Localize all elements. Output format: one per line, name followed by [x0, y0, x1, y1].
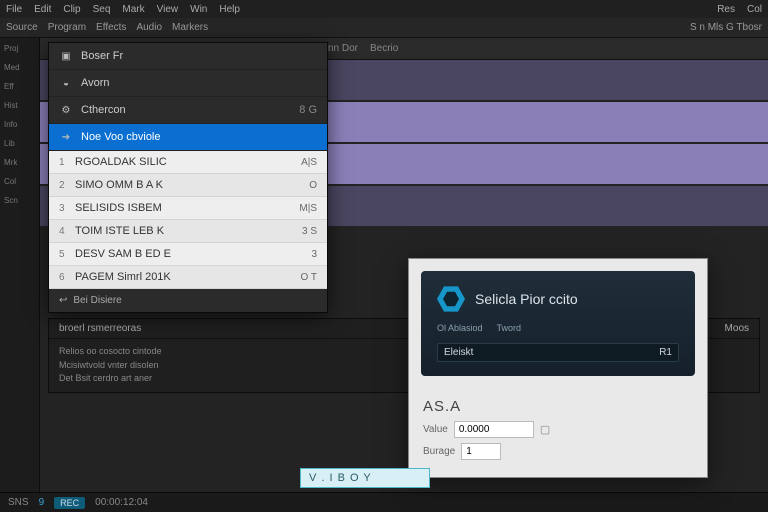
- dropdown-label: Avorn: [81, 77, 110, 89]
- plugin-dialog: Selicla Pior ccito Ol Ablasiod Tword Ele…: [408, 258, 708, 478]
- dropdown-shortcut: 8 G: [299, 104, 317, 116]
- tool-program[interactable]: Program: [48, 22, 86, 33]
- dropdown-footer[interactable]: ↩ Bei Disiere: [49, 289, 327, 312]
- row-code: O: [309, 180, 317, 191]
- dropdown-preset-list: 1RGOALDAK SILICA|S 2SIMO OMM B A KO 3SEL…: [49, 151, 327, 289]
- menu-mark[interactable]: Mark: [122, 4, 144, 15]
- row-code: O T: [301, 272, 317, 283]
- status-number: 9: [39, 497, 45, 508]
- dropdown-label: Boser Fr: [81, 50, 123, 62]
- dialog-readout: AS.A: [423, 398, 693, 415]
- menu-win[interactable]: Win: [190, 4, 207, 15]
- workspace-toolbar: Source Program Effects Audio Markers S n…: [0, 18, 768, 38]
- rail-library[interactable]: Lib: [4, 139, 15, 148]
- row-code: 3: [311, 249, 317, 260]
- row-code: M|S: [299, 203, 317, 214]
- list-item[interactable]: 6PAGEM Simrl 201KO T: [49, 266, 327, 289]
- left-rail: Proj Med Eff Hist Info Lib Mrk Col Scn: [0, 38, 40, 512]
- gear-icon: ⚙: [59, 103, 73, 117]
- row-label: TOIM ISTE LEB K: [75, 225, 302, 237]
- row-code: 3 S: [302, 226, 317, 237]
- row-index: 2: [59, 180, 75, 191]
- dialog-title: Selicla Pior ccito: [475, 291, 578, 307]
- tool-effects[interactable]: Effects: [96, 22, 126, 33]
- rail-history[interactable]: Hist: [4, 101, 18, 110]
- status-timecode: 00:00:12:04: [95, 497, 148, 508]
- timecode-entry[interactable]: [300, 468, 430, 488]
- row-index: 4: [59, 226, 75, 237]
- timeline-tab-2[interactable]: Becrio: [370, 43, 398, 54]
- rail-media[interactable]: Med: [4, 63, 20, 72]
- status-left: SNS: [8, 497, 29, 508]
- row-code: A|S: [301, 157, 317, 168]
- menu-col[interactable]: Col: [747, 4, 762, 15]
- menu-help[interactable]: Help: [219, 4, 240, 15]
- rail-project[interactable]: Proj: [4, 44, 18, 53]
- toolbar-right-text: S n Mls G Tbosr: [690, 22, 762, 33]
- list-item[interactable]: 4TOIM ISTE LEB K3 S: [49, 220, 327, 243]
- rail-scene[interactable]: Scn: [4, 196, 18, 205]
- folder-icon: ▣: [59, 49, 73, 63]
- dialog-meta-2: Tword: [497, 323, 522, 333]
- row-label: RGOALDAK SILIC: [75, 156, 301, 168]
- user-icon: ◒: [59, 76, 73, 90]
- menu-edit[interactable]: Edit: [34, 4, 51, 15]
- menu-res[interactable]: Res: [717, 4, 735, 15]
- row-index: 1: [59, 157, 75, 168]
- tool-source[interactable]: Source: [6, 22, 38, 33]
- row-index: 5: [59, 249, 75, 260]
- field-value: R1: [659, 347, 672, 358]
- row-index: 3: [59, 203, 75, 214]
- row-index: 6: [59, 272, 75, 283]
- context-dropdown: ▣ Boser Fr ◒ Avorn ⚙ Cthercon 8 G ➔ Noe …: [48, 42, 328, 313]
- list-item[interactable]: 1RGOALDAK SILICA|S: [49, 151, 327, 174]
- dropdown-item-cthercon[interactable]: ⚙ Cthercon 8 G: [49, 97, 327, 124]
- status-bar: SNS 9 REC 00:00:12:04: [0, 492, 768, 512]
- list-item[interactable]: 3SELISIDS ISBEMM|S: [49, 197, 327, 220]
- console-menu[interactable]: Moos: [725, 323, 749, 334]
- rail-info[interactable]: Info: [4, 120, 17, 129]
- rail-markers[interactable]: Mrk: [4, 158, 17, 167]
- list-item[interactable]: 2SIMO OMM B A KO: [49, 174, 327, 197]
- status-chip[interactable]: REC: [54, 497, 85, 509]
- rail-color[interactable]: Col: [4, 177, 16, 186]
- menu-view[interactable]: View: [157, 4, 179, 15]
- timecode-input[interactable]: [300, 468, 430, 488]
- dropdown-label: Noe Voo cbviole: [81, 131, 161, 143]
- dropdown-item-new[interactable]: ➔ Noe Voo cbviole: [49, 124, 327, 151]
- dialog-field[interactable]: Eleiskt R1: [437, 343, 679, 362]
- value-label: Value: [423, 424, 448, 435]
- row-label: SIMO OMM B A K: [75, 179, 309, 191]
- list-item[interactable]: 5DESV SAM B ED E3: [49, 243, 327, 266]
- rail-effects[interactable]: Eff: [4, 82, 14, 91]
- tool-markers[interactable]: Markers: [172, 22, 208, 33]
- hex-logo-icon: [437, 285, 465, 313]
- stepper-icon[interactable]: ▢: [540, 423, 550, 436]
- field-label: Eleiskt: [444, 347, 473, 358]
- dialog-header-card: Selicla Pior ccito Ol Ablasiod Tword Ele…: [421, 271, 695, 376]
- value-input[interactable]: [454, 421, 534, 438]
- dropdown-item-boser[interactable]: ▣ Boser Fr: [49, 43, 327, 70]
- menu-seq[interactable]: Seq: [93, 4, 111, 15]
- dropdown-label: Cthercon: [81, 104, 291, 116]
- row-label: PAGEM Simrl 201K: [75, 271, 301, 283]
- row-label: SELISIDS ISBEM: [75, 202, 299, 214]
- console-title: broerl rsmerreoras: [59, 323, 141, 334]
- unit-input[interactable]: [461, 443, 501, 460]
- plus-icon: ➔: [59, 130, 73, 144]
- menu-clip[interactable]: Clip: [63, 4, 80, 15]
- dropdown-footer-label: Bei Disiere: [73, 295, 121, 306]
- main-menu[interactable]: File Edit Clip Seq Mark View Win Help Re…: [0, 0, 768, 18]
- tool-audio[interactable]: Audio: [136, 22, 162, 33]
- back-icon: ↩: [59, 295, 67, 306]
- menu-file[interactable]: File: [6, 4, 22, 15]
- row-label: DESV SAM B ED E: [75, 248, 311, 260]
- dropdown-item-avorn[interactable]: ◒ Avorn: [49, 70, 327, 97]
- dialog-meta-1: Ol Ablasiod: [437, 323, 483, 333]
- unit-label: Burage: [423, 446, 455, 457]
